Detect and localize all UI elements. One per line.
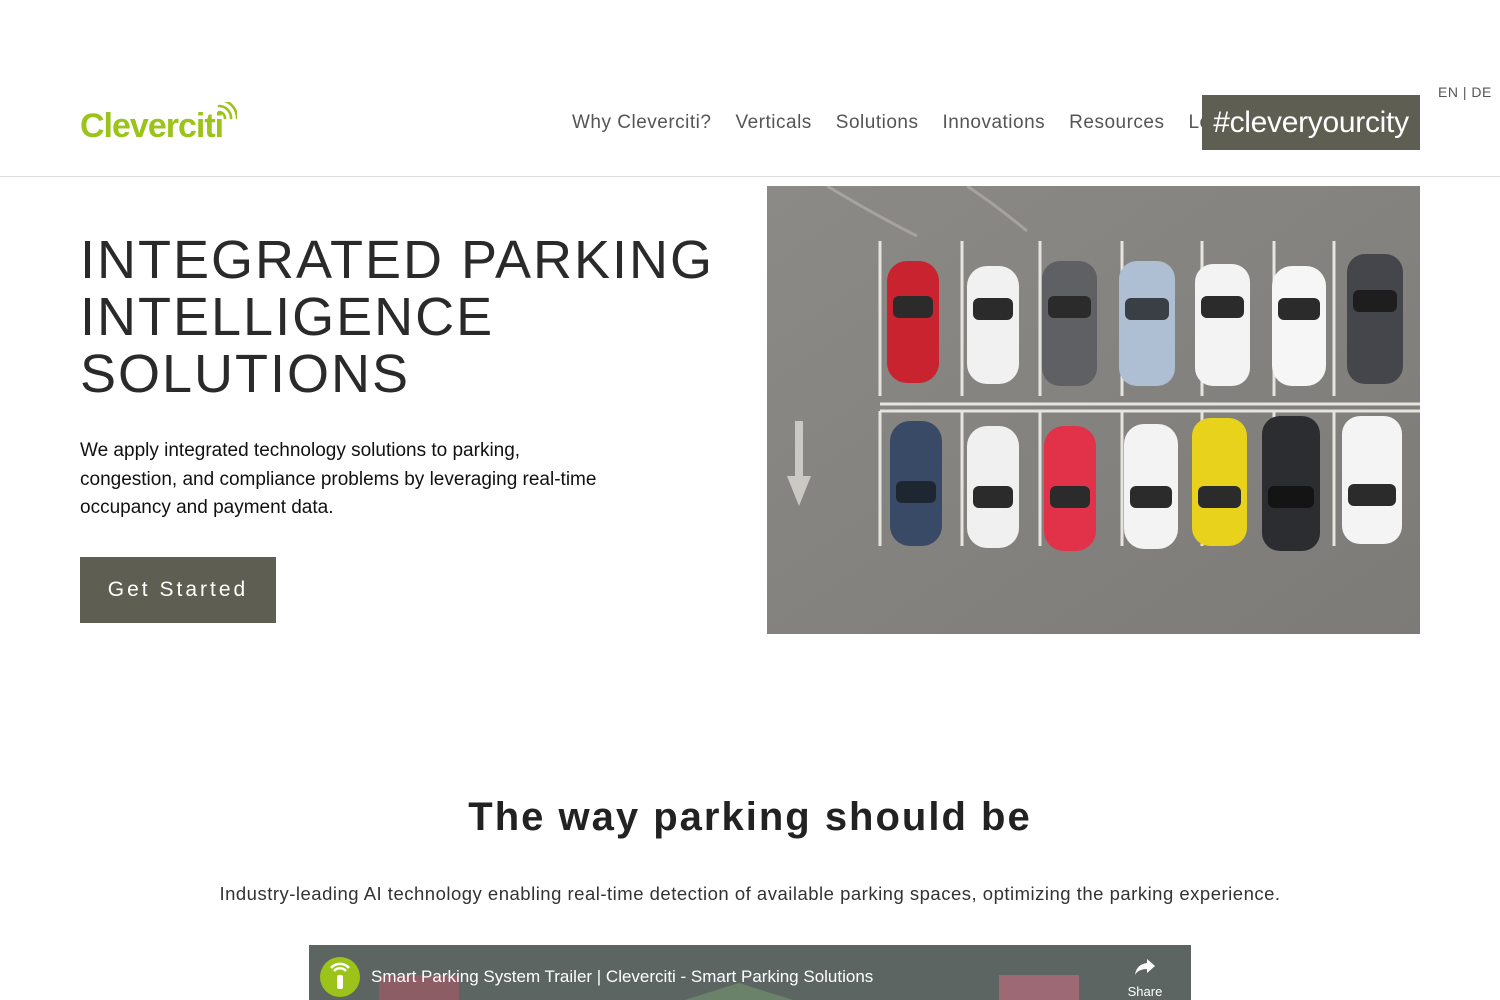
share-icon	[1135, 959, 1155, 975]
brand-logo[interactable]: Cleverciti	[80, 102, 240, 146]
nav-item-verticals[interactable]: Verticals	[723, 108, 823, 138]
signal-icon	[330, 962, 350, 989]
section-title: The way parking should be	[468, 795, 1032, 839]
cleveryourcity-button[interactable]: #cleveryourcity	[1202, 95, 1420, 150]
nav-item-why-cleverciti[interactable]: Why Cleverciti?	[560, 108, 723, 138]
site-header: Cleverciti Why Cleverciti? Verticals Sol…	[0, 0, 1500, 177]
parking-lot-aerial-image	[767, 186, 1420, 634]
share-label: Share	[1127, 984, 1163, 999]
video-embed[interactable]: Smart Parking System Trailer | Clevercit…	[309, 945, 1191, 1000]
hero-description: We apply integrated technology solutions…	[80, 440, 597, 518]
main-nav: Why Cleverciti? Verticals Solutions Inno…	[560, 108, 1249, 138]
nav-item-resources[interactable]: Resources	[1057, 108, 1176, 138]
video-title[interactable]: Smart Parking System Trailer | Clevercit…	[371, 967, 873, 987]
hero-title-line: SOLUTIONS	[80, 344, 411, 404]
signal-icon	[217, 102, 237, 120]
section-subtitle: Industry-leading AI technology enabling …	[219, 883, 1281, 904]
nav-item-innovations[interactable]: Innovations	[930, 108, 1057, 138]
share-button[interactable]: Share	[1121, 957, 1169, 999]
hero-title-line: INTEGRATED PARKING	[80, 230, 715, 290]
hero-title: INTEGRATED PARKING INTELLIGENCE SOLUTION…	[80, 230, 715, 404]
nav-item-solutions[interactable]: Solutions	[824, 108, 931, 138]
channel-avatar[interactable]	[320, 957, 360, 997]
brand-logo-text: Cleverciti	[80, 107, 224, 145]
get-started-button[interactable]: Get Started	[80, 557, 276, 623]
hero-title-line: INTELLIGENCE	[80, 287, 495, 347]
